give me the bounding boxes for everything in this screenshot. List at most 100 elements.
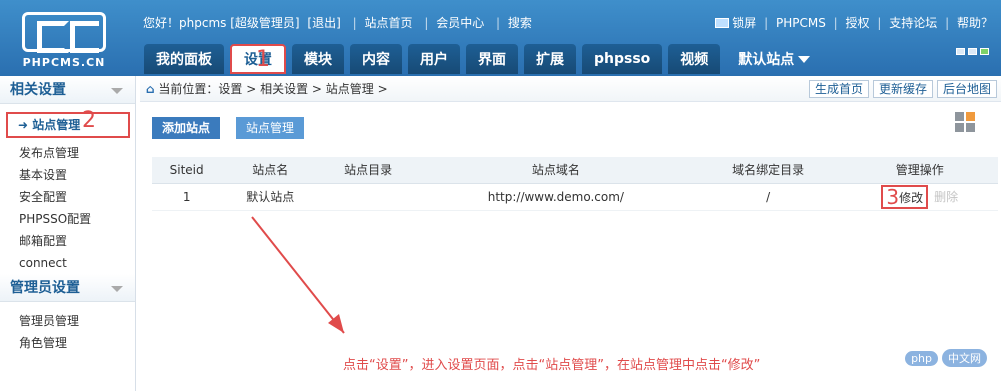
top-header: PHPCMS.CN 您好！phpcms [超级管理员] [退出] | 站点首页 …: [0, 0, 1001, 76]
lock-screen-icon: [715, 18, 730, 28]
license-link[interactable]: 授权: [846, 16, 870, 30]
site-selector-label: 默认站点: [738, 52, 795, 68]
column-actions: 管理操作: [841, 157, 998, 184]
sidebar-item[interactable]: connect: [19, 252, 135, 274]
top-user-links: 您好！phpcms [超级管理员] [退出] | 站点首页 | 会员中心 | 搜…: [143, 14, 536, 31]
grid-cell: [955, 123, 964, 132]
pc-logo-icon: [22, 12, 106, 53]
help-link[interactable]: 帮助？: [957, 16, 993, 30]
member-center-link[interactable]: 会员中心: [436, 16, 484, 30]
divider: |: [424, 16, 429, 30]
domain-bind-dir: /: [694, 183, 842, 211]
actions-group: 3修改 删除: [841, 184, 998, 209]
chevron-down-icon: [798, 55, 811, 63]
divider: |: [833, 16, 838, 30]
mini-icon: [980, 48, 989, 55]
main-content: ⌂ 当前位置：设置 > 相关设置 > 站点管理 > 生成首页 更新缓存 后台地图…: [140, 76, 1001, 391]
sidebar-list: 管理员管理 角色管理: [0, 302, 135, 354]
row-actions: 3修改 删除: [841, 183, 998, 211]
generate-home-button[interactable]: 生成首页: [808, 80, 869, 98]
divider: |: [764, 16, 769, 30]
tab-interface[interactable]: 界面: [466, 44, 518, 74]
sidebar-item[interactable]: PHPSSO配置: [19, 208, 135, 230]
forum-link[interactable]: 支持论坛: [889, 16, 937, 30]
top-right-links: 锁屏 | PHPCMS | 授权 | 支持论坛 | 帮助？: [715, 14, 993, 31]
breadcrumb-text: 当前位置：设置 > 相关设置 > 站点管理 >: [158, 82, 388, 96]
edit-label: 修改: [899, 190, 924, 205]
tab-modules[interactable]: 模块: [292, 44, 344, 74]
breadcrumb: ⌂ 当前位置：设置 > 相关设置 > 站点管理 > 生成首页 更新缓存 后台地图: [140, 76, 1001, 102]
mini-icon: [968, 48, 977, 55]
edit-action[interactable]: 3修改: [881, 184, 929, 209]
collapse-arrow-icon: [111, 286, 123, 292]
tab-phpsso[interactable]: phpsso: [582, 44, 663, 74]
delete-link[interactable]: 删除: [934, 188, 958, 205]
sidebar-list: 发布点管理 基本设置 安全配置 PHPSSO配置 邮箱配置 connect: [0, 134, 135, 274]
phpcms-link[interactable]: PHPCMS: [776, 16, 826, 30]
logout-link[interactable]: [退出]: [307, 16, 340, 30]
arrow-right-icon: ➜: [18, 118, 29, 132]
home-icon: ⌂: [146, 82, 155, 96]
annotation-1: 1: [256, 47, 270, 72]
php-badge: php: [905, 351, 938, 366]
annotation-2: 2: [82, 108, 96, 133]
divider: |: [496, 16, 501, 30]
column-site-dir: 站点目录: [319, 157, 418, 184]
grid-cell: [955, 112, 964, 121]
quick-links: 生成首页 更新缓存 后台地图: [808, 80, 997, 98]
search-link[interactable]: 搜索: [508, 16, 532, 30]
grid-cell: [966, 123, 975, 132]
collapse-arrow-icon: [111, 88, 123, 94]
column-site-name: 站点名: [221, 157, 320, 184]
site-selector[interactable]: 默认站点: [726, 44, 822, 74]
sidebar-item[interactable]: 发布点管理: [19, 142, 135, 164]
sidebar-item[interactable]: 管理员管理: [19, 310, 135, 332]
greeting: 您好！phpcms [超级管理员]: [143, 16, 300, 30]
sidebar-section-title: 相关设置: [10, 82, 66, 98]
site-home-link[interactable]: 站点首页: [364, 16, 412, 30]
tab-extensions[interactable]: 扩展: [524, 44, 576, 74]
site-table: Siteid 站点名 站点目录 站点域名 域名绑定目录 管理操作 1 默认站点 …: [152, 157, 998, 211]
tab-video[interactable]: 视频: [668, 44, 721, 74]
sidebar-item-label: 站点管理: [32, 118, 81, 132]
site-domain: http://www.demo.com/: [417, 183, 695, 211]
phpcms-logo: PHPCMS.CN: [20, 12, 108, 72]
column-bind-dir: 域名绑定目录: [694, 157, 842, 184]
sidebar: 相关设置 ➜ 站点管理 发布点管理 基本设置 安全配置 PHPSSO配置 邮箱配…: [0, 76, 136, 391]
site-management-button[interactable]: 站点管理: [236, 117, 305, 139]
sidebar-item[interactable]: 安全配置: [19, 186, 135, 208]
site-id: 1: [152, 183, 222, 211]
window-mini-icons: [956, 48, 989, 55]
column-siteid: Siteid: [152, 157, 222, 184]
annotation-3: 3: [886, 184, 900, 209]
main-nav: 我的面板 设置 模块 内容 用户 界面 扩展 phpsso 视频 默认站点: [144, 44, 822, 74]
sidebar-item-site-management[interactable]: ➜ 站点管理: [6, 112, 130, 138]
lock-screen-link[interactable]: 锁屏: [732, 16, 756, 30]
tab-panel[interactable]: 我的面板: [144, 44, 224, 74]
sidebar-item[interactable]: 邮箱配置: [19, 230, 135, 252]
logo-text: PHPCMS.CN: [22, 56, 106, 69]
sidebar-item[interactable]: 角色管理: [19, 332, 135, 354]
site-map-button[interactable]: 后台地图: [936, 80, 997, 98]
update-cache-button[interactable]: 更新缓存: [872, 80, 933, 98]
add-site-button[interactable]: 添加站点: [152, 117, 221, 139]
watermark-text: 中文网: [942, 349, 987, 367]
sidebar-section-settings[interactable]: 相关设置: [0, 76, 135, 104]
layout-icon[interactable]: [955, 112, 977, 134]
site-name: 默认站点: [221, 183, 320, 211]
instruction-note: 点击“设置”，进入设置页面，点击“站点管理”，在站点管理中点击“修改”: [343, 358, 761, 373]
php-watermark: php 中文网: [905, 349, 991, 367]
tab-content[interactable]: 内容: [350, 44, 402, 74]
divider: |: [352, 16, 357, 30]
column-domain: 站点域名: [417, 157, 695, 184]
grid-cell: [966, 112, 975, 121]
tab-users[interactable]: 用户: [408, 44, 460, 74]
action-buttons: 添加站点 站点管理: [152, 117, 305, 139]
sidebar-item[interactable]: 基本设置: [19, 164, 135, 186]
mini-icon: [956, 48, 965, 55]
divider: |: [945, 16, 950, 30]
site-dir: [319, 183, 418, 211]
divider: |: [877, 16, 882, 30]
sidebar-section-admin[interactable]: 管理员设置: [0, 274, 135, 302]
sidebar-section-title: 管理员设置: [10, 280, 80, 296]
